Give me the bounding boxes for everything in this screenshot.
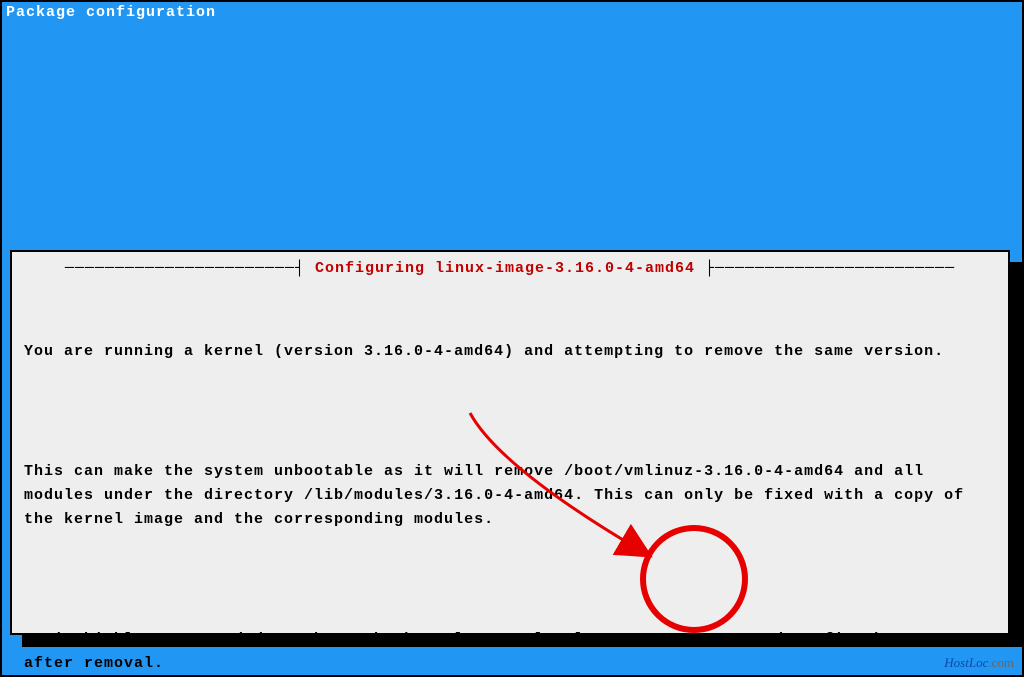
watermark-tld: .com — [988, 655, 1014, 670]
dialog-paragraph-1: You are running a kernel (version 3.16.0… — [24, 340, 996, 364]
dialog-paragraph-2: This can make the system unbootable as i… — [24, 460, 996, 532]
dialog-body: You are running a kernel (version 3.16.0… — [24, 292, 996, 677]
dialog-title-rule-right: ├──────────────────────── — [695, 260, 955, 277]
dialog-title-row: ───────────────────────┤ Configuring lin… — [24, 260, 996, 278]
dialog-title-rule-left: ───────────────────────┤ — [65, 260, 315, 277]
dialog-title: Configuring linux-image-3.16.0-4-amd64 — [315, 260, 695, 277]
dialog-paragraph-3: It is highly recommended to abort the ke… — [24, 628, 996, 676]
dialog-box: ───────────────────────┤ Configuring lin… — [10, 250, 1010, 635]
watermark: HostLoc.com — [944, 655, 1014, 671]
watermark-brand: HostLoc — [944, 655, 988, 670]
page-header-title: Package configuration — [6, 4, 216, 21]
